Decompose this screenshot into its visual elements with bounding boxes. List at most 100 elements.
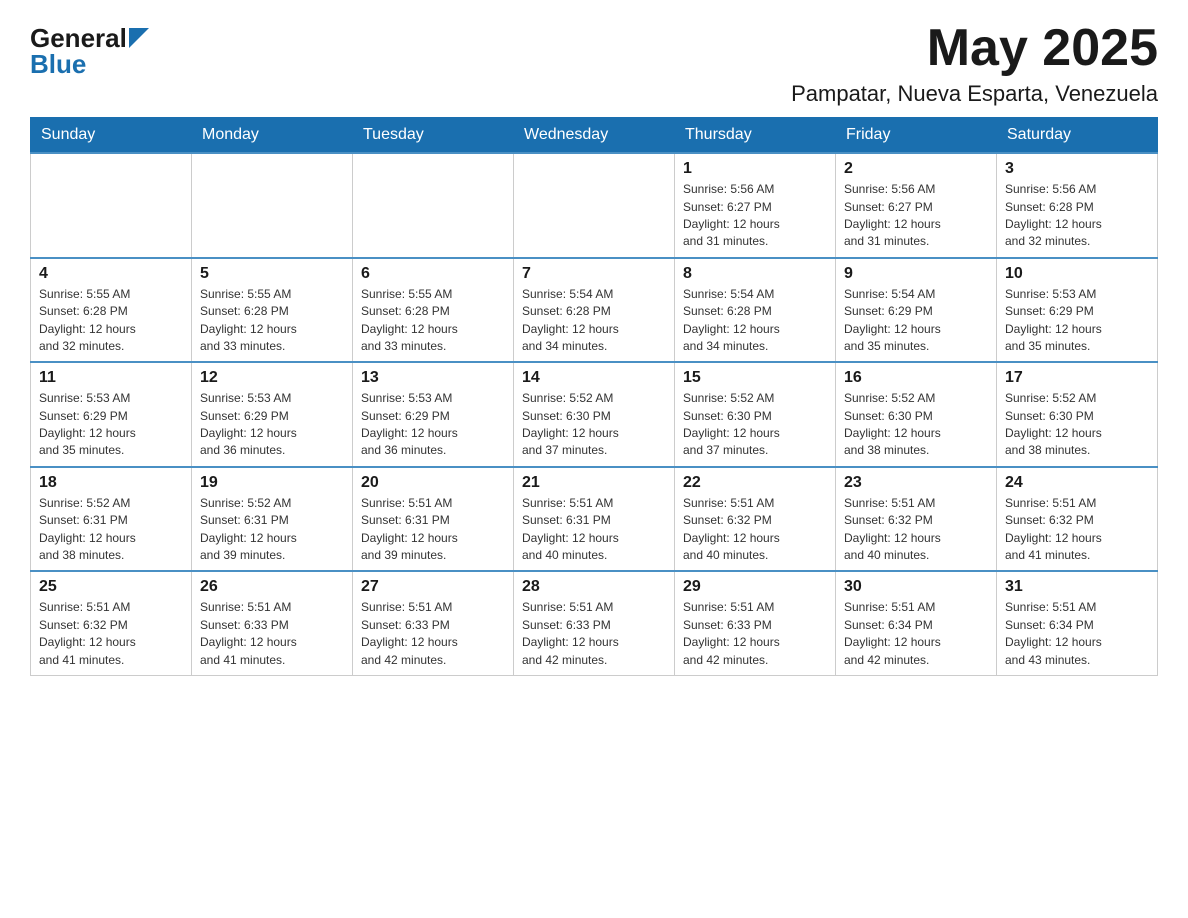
day-number: 22 [683,474,827,492]
day-info: Sunrise: 5:54 AMSunset: 6:28 PMDaylight:… [522,286,666,356]
calendar-cell: 19 Sunrise: 5:52 AMSunset: 6:31 PMDayligh… [192,467,353,572]
calendar-cell: 26 Sunrise: 5:51 AMSunset: 6:33 PMDayligh… [192,571,353,675]
calendar-cell: 15Sunrise: 5:52 AMSunset: 6:30 PMDayligh… [675,362,836,467]
day-number: 1 [683,160,827,178]
day-info: Sunrise: 5:52 AMSunset: 6:31 PMDaylight:… [39,495,183,565]
day-info: Sunrise: 5:56 AMSunset: 6:27 PMDaylight:… [844,181,988,251]
calendar-cell: 23Sunrise: 5:51 AMSunset: 6:32 PMDayligh… [836,467,997,572]
day-number: 5 [200,265,344,283]
page-header: General Blue May 2025 Pampatar, Nueva Es… [30,20,1158,107]
day-number: 11 [39,369,183,387]
logo: General Blue [30,25,149,77]
day-info: Sunrise: 5:55 AMSunset: 6:28 PMDaylight:… [39,286,183,356]
day-info: Sunrise: 5:52 AMSunset: 6:30 PMDaylight:… [1005,390,1149,460]
day-number: 14 [522,369,666,387]
day-info: Sunrise: 5:51 AMSunset: 6:31 PMDaylight:… [361,495,505,565]
calendar-cell: 7 Sunrise: 5:54 AMSunset: 6:28 PMDaylight… [514,258,675,363]
calendar-header: Sunday Monday Tuesday Wednesday Thursday… [31,118,1158,154]
day-number: 16 [844,369,988,387]
month-title: May 2025 [791,20,1158,77]
calendar-cell [31,153,192,258]
calendar-week-1: 1 Sunrise: 5:56 AMSunset: 6:27 PMDaylight… [31,153,1158,258]
day-info: Sunrise: 5:55 AMSunset: 6:28 PMDaylight:… [200,286,344,356]
day-number: 21 [522,474,666,492]
day-info: Sunrise: 5:51 AMSunset: 6:34 PMDaylight:… [844,599,988,669]
calendar-week-5: 25Sunrise: 5:51 AMSunset: 6:32 PMDayligh… [31,571,1158,675]
calendar-cell: 16 Sunrise: 5:52 AMSunset: 6:30 PMDayligh… [836,362,997,467]
calendar-cell: 2Sunrise: 5:56 AMSunset: 6:27 PMDaylight… [836,153,997,258]
day-number: 25 [39,578,183,596]
day-info: Sunrise: 5:51 AMSunset: 6:31 PMDaylight:… [522,495,666,565]
day-number: 8 [683,265,827,283]
day-number: 27 [361,578,505,596]
calendar-cell: 1 Sunrise: 5:56 AMSunset: 6:27 PMDaylight… [675,153,836,258]
day-info: Sunrise: 5:51 AMSunset: 6:33 PMDaylight:… [683,599,827,669]
day-info: Sunrise: 5:56 AMSunset: 6:27 PMDaylight:… [683,181,827,251]
day-info: Sunrise: 5:51 AMSunset: 6:34 PMDaylight:… [1005,599,1149,669]
day-info: Sunrise: 5:52 AMSunset: 6:30 PMDaylight:… [683,390,827,460]
day-number: 4 [39,265,183,283]
calendar-cell: 21 Sunrise: 5:51 AMSunset: 6:31 PMDayligh… [514,467,675,572]
day-info: Sunrise: 5:51 AMSunset: 6:32 PMDaylight:… [1005,495,1149,565]
calendar-week-4: 18Sunrise: 5:52 AMSunset: 6:31 PMDayligh… [31,467,1158,572]
day-number: 7 [522,265,666,283]
calendar-cell [514,153,675,258]
day-number: 28 [522,578,666,596]
day-info: Sunrise: 5:54 AMSunset: 6:28 PMDaylight:… [683,286,827,356]
calendar-cell: 20 Sunrise: 5:51 AMSunset: 6:31 PMDayligh… [353,467,514,572]
day-number: 17 [1005,369,1149,387]
calendar-cell: 8 Sunrise: 5:54 AMSunset: 6:28 PMDaylight… [675,258,836,363]
calendar-cell: 18Sunrise: 5:52 AMSunset: 6:31 PMDayligh… [31,467,192,572]
col-sunday: Sunday [31,118,192,154]
calendar-cell: 28 Sunrise: 5:51 AMSunset: 6:33 PMDayligh… [514,571,675,675]
day-number: 20 [361,474,505,492]
calendar-cell: 25Sunrise: 5:51 AMSunset: 6:32 PMDayligh… [31,571,192,675]
calendar-cell: 17 Sunrise: 5:52 AMSunset: 6:30 PMDayligh… [997,362,1158,467]
logo-arrow-icon [129,28,149,48]
day-number: 30 [844,578,988,596]
day-number: 19 [200,474,344,492]
col-friday: Friday [836,118,997,154]
calendar-body: 1 Sunrise: 5:56 AMSunset: 6:27 PMDaylight… [31,153,1158,675]
day-number: 6 [361,265,505,283]
calendar-cell: 31 Sunrise: 5:51 AMSunset: 6:34 PMDayligh… [997,571,1158,675]
day-number: 12 [200,369,344,387]
calendar-cell: 6 Sunrise: 5:55 AMSunset: 6:28 PMDaylight… [353,258,514,363]
day-number: 26 [200,578,344,596]
calendar-cell [192,153,353,258]
calendar-cell: 5 Sunrise: 5:55 AMSunset: 6:28 PMDaylight… [192,258,353,363]
day-info: Sunrise: 5:55 AMSunset: 6:28 PMDaylight:… [361,286,505,356]
calendar-cell: 13Sunrise: 5:53 AMSunset: 6:29 PMDayligh… [353,362,514,467]
calendar-cell: 4 Sunrise: 5:55 AMSunset: 6:28 PMDaylight… [31,258,192,363]
day-info: Sunrise: 5:51 AMSunset: 6:33 PMDaylight:… [361,599,505,669]
calendar-cell: 10 Sunrise: 5:53 AMSunset: 6:29 PMDayligh… [997,258,1158,363]
day-info: Sunrise: 5:52 AMSunset: 6:31 PMDaylight:… [200,495,344,565]
calendar-cell: 24 Sunrise: 5:51 AMSunset: 6:32 PMDayligh… [997,467,1158,572]
calendar-cell: 22Sunrise: 5:51 AMSunset: 6:32 PMDayligh… [675,467,836,572]
day-info: Sunrise: 5:51 AMSunset: 6:33 PMDaylight:… [522,599,666,669]
calendar-cell: 11 Sunrise: 5:53 AMSunset: 6:29 PMDayligh… [31,362,192,467]
day-info: Sunrise: 5:56 AMSunset: 6:28 PMDaylight:… [1005,181,1149,251]
logo-blue: Blue [30,51,86,77]
day-number: 24 [1005,474,1149,492]
day-number: 31 [1005,578,1149,596]
day-info: Sunrise: 5:54 AMSunset: 6:29 PMDaylight:… [844,286,988,356]
day-number: 9 [844,265,988,283]
logo-general: General [30,25,127,51]
day-number: 10 [1005,265,1149,283]
calendar-cell: 3 Sunrise: 5:56 AMSunset: 6:28 PMDaylight… [997,153,1158,258]
day-info: Sunrise: 5:51 AMSunset: 6:33 PMDaylight:… [200,599,344,669]
title-block: May 2025 Pampatar, Nueva Esparta, Venezu… [791,20,1158,107]
calendar-table: Sunday Monday Tuesday Wednesday Thursday… [30,117,1158,676]
day-info: Sunrise: 5:52 AMSunset: 6:30 PMDaylight:… [844,390,988,460]
calendar-cell [353,153,514,258]
day-info: Sunrise: 5:53 AMSunset: 6:29 PMDaylight:… [361,390,505,460]
calendar-week-2: 4 Sunrise: 5:55 AMSunset: 6:28 PMDaylight… [31,258,1158,363]
day-info: Sunrise: 5:53 AMSunset: 6:29 PMDaylight:… [1005,286,1149,356]
day-info: Sunrise: 5:53 AMSunset: 6:29 PMDaylight:… [39,390,183,460]
day-info: Sunrise: 5:51 AMSunset: 6:32 PMDaylight:… [844,495,988,565]
col-saturday: Saturday [997,118,1158,154]
day-number: 3 [1005,160,1149,178]
header-row: Sunday Monday Tuesday Wednesday Thursday… [31,118,1158,154]
calendar-cell: 14Sunrise: 5:52 AMSunset: 6:30 PMDayligh… [514,362,675,467]
